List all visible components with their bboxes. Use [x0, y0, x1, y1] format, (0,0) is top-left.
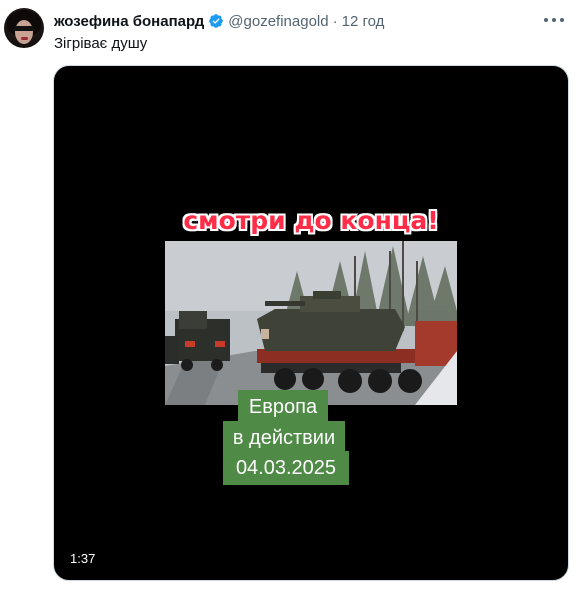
caption-line-1: Европа	[238, 390, 328, 424]
avatar-lips	[21, 37, 28, 40]
post-text: Зігріває душу	[54, 35, 148, 52]
video-frame	[165, 241, 457, 405]
avatar-sunglasses	[14, 26, 34, 31]
post-time[interactable]: 12 год	[342, 13, 385, 30]
video-overlay-title: смотри до конца!	[183, 206, 439, 235]
avatar-face	[15, 20, 33, 44]
verified-badge-icon	[209, 14, 224, 28]
separator-dot: ·	[332, 12, 338, 30]
more-dot	[552, 18, 556, 22]
post-header: жозефина бонапард @gozefinagold · 12 год	[54, 11, 384, 31]
avatar[interactable]	[4, 8, 44, 48]
more-dot	[544, 18, 548, 22]
more-options-icon[interactable]	[544, 12, 564, 28]
more-dot	[560, 18, 564, 22]
video-frame-illustration	[165, 241, 457, 405]
caption-line-2: в действии	[223, 421, 345, 455]
author-name[interactable]: жозефина бонапард	[54, 13, 204, 30]
video-duration: 1:37	[70, 551, 96, 566]
author-handle[interactable]: @gozefinagold	[228, 13, 328, 30]
video-player[interactable]: смотри до конца! Европа в действии 04.03…	[53, 65, 569, 581]
caption-line-3: 04.03.2025	[223, 451, 349, 485]
